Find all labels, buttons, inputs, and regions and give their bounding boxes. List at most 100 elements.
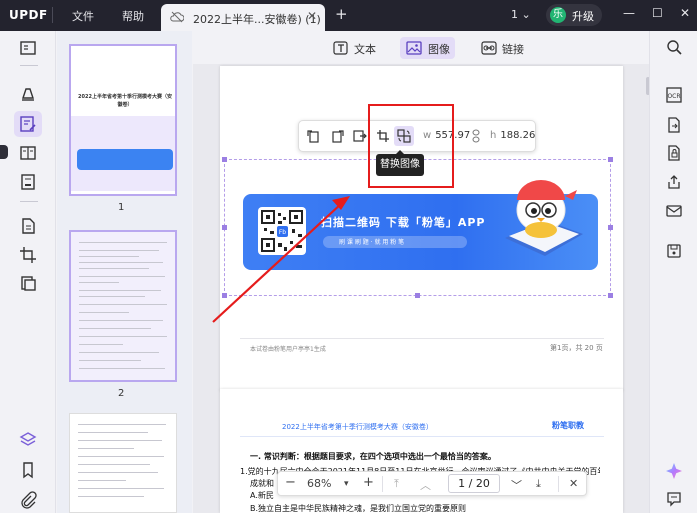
- text-line: [78, 432, 148, 433]
- convert-pdf-icon[interactable]: [666, 117, 682, 133]
- resize-handle[interactable]: [608, 293, 613, 298]
- image-tool-button[interactable]: 图像: [400, 37, 455, 59]
- link-tool-button[interactable]: 链接: [475, 37, 525, 59]
- collapse-handle[interactable]: [0, 145, 8, 159]
- maximize-button[interactable]: ☐: [652, 6, 663, 20]
- add-tab-button[interactable]: +: [335, 5, 348, 23]
- text-line: [79, 312, 129, 313]
- divider: [382, 476, 383, 492]
- save-icon[interactable]: [666, 243, 682, 259]
- layers-icon[interactable]: [19, 431, 37, 449]
- attachment-icon[interactable]: [19, 491, 37, 509]
- minimize-button[interactable]: —: [623, 6, 635, 20]
- section-heading: 一. 常识判断：根据题目要求，在四个选项中选出一个最恰当的答案。: [250, 452, 496, 461]
- height-field[interactable]: h 188.26: [490, 130, 535, 141]
- selected-page-highlight: [71, 232, 175, 380]
- divider: [20, 65, 38, 66]
- page-organize-icon[interactable]: [19, 144, 37, 162]
- link-icon: [481, 40, 497, 59]
- crop-page-icon[interactable]: [19, 246, 37, 264]
- protect-icon[interactable]: [19, 274, 37, 292]
- zoom-in-button[interactable]: +: [363, 475, 374, 490]
- comment-list-icon[interactable]: [666, 491, 682, 507]
- upgrade-label: 升级: [572, 10, 594, 23]
- mascot-illustration: [497, 172, 589, 264]
- page-number-field[interactable]: 1 / 20: [448, 474, 500, 493]
- reader-icon[interactable]: [19, 39, 37, 57]
- edit-pdf-icon[interactable]: [14, 111, 42, 137]
- rotate-left-icon[interactable]: [306, 128, 322, 144]
- close-bar-button[interactable]: ✕: [569, 477, 578, 490]
- page-thumbnail-3[interactable]: [69, 413, 177, 513]
- divider: [240, 436, 604, 437]
- svg-text:Fb: Fb: [279, 229, 286, 236]
- resize-handle[interactable]: [222, 157, 227, 162]
- resize-handle[interactable]: [415, 293, 420, 298]
- next-page-icon[interactable]: ﹀: [511, 477, 522, 493]
- page-thumbnail-2[interactable]: [69, 230, 177, 382]
- page-footer-left: 本试卷由粉笔用户亭亭1生成: [250, 346, 326, 353]
- text-line: [78, 472, 158, 473]
- right-toolbar: OCR: [649, 31, 697, 513]
- search-icon[interactable]: [666, 39, 682, 55]
- close-window-button[interactable]: ✕: [680, 6, 690, 20]
- text-line: [78, 464, 150, 465]
- lock-ratio-icon[interactable]: [472, 129, 480, 146]
- extract-image-icon[interactable]: [352, 128, 368, 144]
- zoom-page-bar: − 68% ▾ + ⤒ ︿ 1 / 20 ﹀ ⤓ ✕: [277, 471, 587, 496]
- text-line: [79, 242, 167, 243]
- edit-toolbar: 文本 图像 链接: [193, 31, 649, 64]
- menu-file[interactable]: 文件: [72, 8, 94, 24]
- page-thumbnail-1[interactable]: 2022上半年省考第十季行测模考大赛（安徽卷）: [69, 44, 177, 196]
- email-icon[interactable]: [666, 203, 682, 219]
- zoom-level[interactable]: 68%: [307, 477, 331, 490]
- ai-assistant-icon[interactable]: [664, 461, 684, 481]
- page-footer-right: 第1页，共 20 页: [550, 344, 603, 352]
- first-page-icon[interactable]: ⤒: [394, 477, 399, 491]
- text-line: [78, 496, 144, 497]
- menu-help[interactable]: 帮助: [122, 8, 144, 24]
- text-line: [78, 440, 162, 441]
- text-line: [79, 296, 145, 297]
- last-page-icon[interactable]: ⤓: [536, 477, 541, 491]
- text-line: [79, 282, 119, 283]
- text-line: [79, 262, 163, 263]
- text-line: [78, 448, 134, 449]
- comment-icon[interactable]: [19, 84, 37, 102]
- banner-pill-text: 刷 课 刷 题 · 就 用 粉 笔: [339, 239, 405, 246]
- share-icon[interactable]: [666, 174, 682, 190]
- thumbnail-panel: 2022上半年省考第十季行测模考大赛（安徽卷） 1 2: [57, 31, 192, 513]
- document-tab[interactable]: 2022上半年...安徽卷) (1) ✕: [161, 4, 325, 31]
- resize-handle[interactable]: [608, 157, 613, 162]
- resize-handle[interactable]: [222, 225, 227, 230]
- highlight-annotation-box: [368, 104, 454, 188]
- previous-page-icon[interactable]: ︿: [420, 477, 431, 493]
- page-separator: /: [468, 477, 473, 490]
- text-tool-button[interactable]: 文本: [327, 37, 377, 59]
- text-line: [79, 290, 161, 291]
- resize-handle[interactable]: [608, 225, 613, 230]
- convert-icon[interactable]: [19, 217, 37, 235]
- text-line: [79, 304, 167, 305]
- text-line: [79, 268, 149, 269]
- resize-handle[interactable]: [222, 293, 227, 298]
- upgrade-button[interactable]: 乐 升级: [546, 4, 602, 26]
- bookmark-icon[interactable]: [19, 461, 37, 479]
- protect-pdf-icon[interactable]: [666, 145, 682, 161]
- text-line: [79, 336, 167, 337]
- window-count-dropdown[interactable]: 1 ⌄: [511, 8, 531, 21]
- zoom-dropdown-icon[interactable]: ▾: [344, 479, 349, 489]
- zoom-out-button[interactable]: −: [285, 475, 296, 490]
- page2-header-title: 2022上半年省考第十季行测模考大赛（安徽卷）: [282, 423, 433, 431]
- banner-headline: 扫描二维码 下载「粉笔」APP: [321, 216, 486, 229]
- text-line: [78, 456, 164, 457]
- rotate-right-icon[interactable]: [329, 128, 345, 144]
- text-line: [79, 352, 159, 353]
- tab-title: 2022上半年...安徽卷) (1): [193, 13, 321, 26]
- ocr-icon[interactable]: OCR: [666, 87, 682, 103]
- chevron-down-icon: ⌄: [521, 8, 531, 21]
- text-line: [78, 480, 126, 481]
- form-icon[interactable]: [19, 173, 37, 191]
- tab-close-icon[interactable]: ✕: [307, 9, 317, 23]
- divider: [20, 201, 38, 202]
